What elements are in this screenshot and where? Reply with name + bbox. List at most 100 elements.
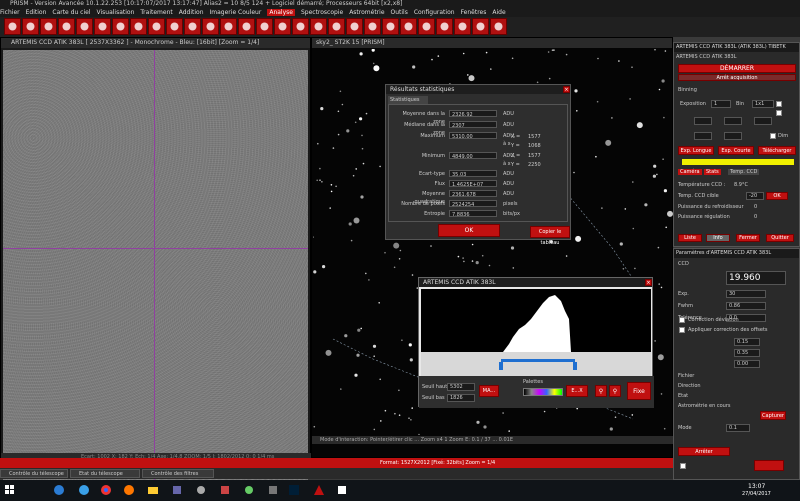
toolbar-button-18[interactable] <box>310 18 327 35</box>
toolbar-button-24[interactable] <box>418 18 435 35</box>
info-button[interactable]: Info <box>706 234 730 242</box>
stop-button[interactable]: Arrêter <box>678 447 730 456</box>
ex-button[interactable]: E...X <box>566 385 588 397</box>
slider-handle-high[interactable] <box>573 362 577 370</box>
final-checkbox[interactable] <box>680 463 686 469</box>
zoom-out-icon[interactable]: ⚲ <box>609 385 621 397</box>
firefox-icon[interactable] <box>122 483 136 497</box>
toolbar-button-5[interactable] <box>76 18 93 35</box>
stats-row-value[interactable]: 2307 <box>449 121 497 129</box>
ccd-image[interactable] <box>3 50 308 490</box>
max-button[interactable]: MA... <box>479 385 499 397</box>
mode-input[interactable]: 0.1 <box>726 424 750 432</box>
menu-astrometrie[interactable]: Astrométrie <box>349 9 384 16</box>
menu-couleur[interactable]: Imagerie Couleur <box>210 9 262 16</box>
edge-icon[interactable] <box>52 483 66 497</box>
close-icon[interactable]: × <box>645 279 652 286</box>
exposure-input[interactable]: 1 <box>711 100 731 108</box>
menu-spectro[interactable]: Spectroscopie <box>301 9 343 16</box>
field-a-input[interactable]: 0.15 <box>734 338 760 346</box>
toolbar-button-27[interactable] <box>472 18 489 35</box>
toolbar-button-20[interactable] <box>346 18 363 35</box>
tab-temp-ccd[interactable]: Temp. CCD <box>728 169 760 175</box>
menu-fenetres[interactable]: Fenêtres <box>461 9 487 16</box>
toolbar-button-13[interactable] <box>220 18 237 35</box>
fermer-button[interactable]: Fermer <box>736 234 760 242</box>
roi-x-input[interactable] <box>694 117 712 125</box>
fix-button[interactable]: Fixe <box>627 382 651 400</box>
menu-visualisation[interactable]: Visualisation <box>97 9 135 16</box>
zoom-in-icon[interactable]: ⚲ <box>595 385 607 397</box>
telecharger-button[interactable]: Télécharger <box>758 146 796 155</box>
roi-y-input[interactable] <box>724 117 742 125</box>
windows-start-icon[interactable] <box>3 483 17 497</box>
menu-carte[interactable]: Carte du ciel <box>52 9 90 16</box>
toolbar-button-28[interactable] <box>490 18 507 35</box>
checkbox-1[interactable] <box>776 101 782 107</box>
toolbar-button-7[interactable] <box>112 18 129 35</box>
copy-table-button[interactable]: Copier le tableau <box>530 226 570 246</box>
menu-addition[interactable]: Addition <box>179 9 204 16</box>
toolbar-button-15[interactable] <box>256 18 273 35</box>
photoshop-icon[interactable] <box>287 483 301 497</box>
ie-icon[interactable] <box>77 483 91 497</box>
toolbar-button-22[interactable] <box>382 18 399 35</box>
stats-row-value[interactable]: 2361.678 <box>449 190 497 198</box>
menu-edition[interactable]: Edition <box>26 9 47 16</box>
menu-analyse[interactable]: Analyse <box>267 9 295 16</box>
tab-camera[interactable]: Caméra <box>678 169 702 175</box>
cooler-checkbox[interactable] <box>770 133 776 139</box>
tab-stats[interactable]: Stats <box>704 169 721 175</box>
toolbar-button-16[interactable] <box>274 18 291 35</box>
start-button[interactable]: DÉMARRER <box>678 64 796 73</box>
stats-row-value[interactable]: 5310.00 <box>449 132 497 140</box>
checkbox-2[interactable] <box>776 110 782 116</box>
checkbox-correction[interactable] <box>679 317 685 323</box>
param-fwhm-input[interactable]: 0.86 <box>726 302 766 310</box>
chrome-icon[interactable] <box>99 483 113 497</box>
app-icon-3[interactable] <box>218 483 232 497</box>
toolbar-button-6[interactable] <box>94 18 111 35</box>
app-icon-2[interactable] <box>194 483 208 497</box>
stats-row-value[interactable]: 35.03 <box>449 170 497 178</box>
ok-button[interactable]: OK <box>438 224 500 237</box>
toolbar-button-17[interactable] <box>292 18 309 35</box>
target-temp-input[interactable]: -20 <box>746 192 764 200</box>
toolbar-button-10[interactable] <box>166 18 183 35</box>
exp-courte-button[interactable]: Exp. Courte <box>718 146 754 155</box>
toolbar-button-23[interactable] <box>400 18 417 35</box>
stats-row-value[interactable]: 2326.92 <box>449 110 497 118</box>
stats-row-value[interactable]: 7.8836 <box>449 210 497 218</box>
field-b-input[interactable]: 0.35 <box>734 349 760 357</box>
toolbar-button-25[interactable] <box>436 18 453 35</box>
seuil-haut-input[interactable]: 5302 <box>447 383 475 391</box>
stats-row-value[interactable]: 1.4625E+07 <box>449 180 497 188</box>
seuil-bas-input[interactable]: 1826 <box>447 394 475 402</box>
tab-telescope-state[interactable]: Etat du télescope <box>70 469 140 478</box>
stats-row-value[interactable]: 4849.00 <box>449 152 497 160</box>
toolbar-button-1[interactable] <box>4 18 21 35</box>
roi-w-input[interactable] <box>754 117 772 125</box>
menu-fichier[interactable]: Fichier <box>0 9 20 16</box>
toolbar-button-19[interactable] <box>328 18 345 35</box>
capture-button[interactable]: Capturer <box>760 411 786 420</box>
param-exp-input[interactable]: 30 <box>726 290 766 298</box>
binning-select[interactable]: 1x1 <box>752 100 774 108</box>
tab-statistiques[interactable]: Statistiques <box>388 96 428 104</box>
exp-longue-button[interactable]: Exp. Longue <box>678 146 714 155</box>
offset-input[interactable] <box>724 132 742 140</box>
app-icon-1[interactable] <box>170 483 184 497</box>
tab-telescope-control[interactable]: Contrôle du télescope <box>0 469 68 478</box>
slider-handle-low[interactable] <box>499 362 503 370</box>
app-icon-6[interactable] <box>335 483 349 497</box>
app-icon-4[interactable] <box>242 483 256 497</box>
toolbar-button-4[interactable] <box>58 18 75 35</box>
close-icon[interactable]: × <box>563 86 570 93</box>
checkbox-offsets[interactable] <box>679 327 685 333</box>
stop-acquisition-button[interactable]: Arrêt acquisition <box>678 74 796 81</box>
toolbar-button-12[interactable] <box>202 18 219 35</box>
toolbar-button-9[interactable] <box>148 18 165 35</box>
field-c-input[interactable]: 0.00 <box>734 360 760 368</box>
palette-selector[interactable] <box>523 388 563 396</box>
menu-config[interactable]: Configuration <box>414 9 455 16</box>
